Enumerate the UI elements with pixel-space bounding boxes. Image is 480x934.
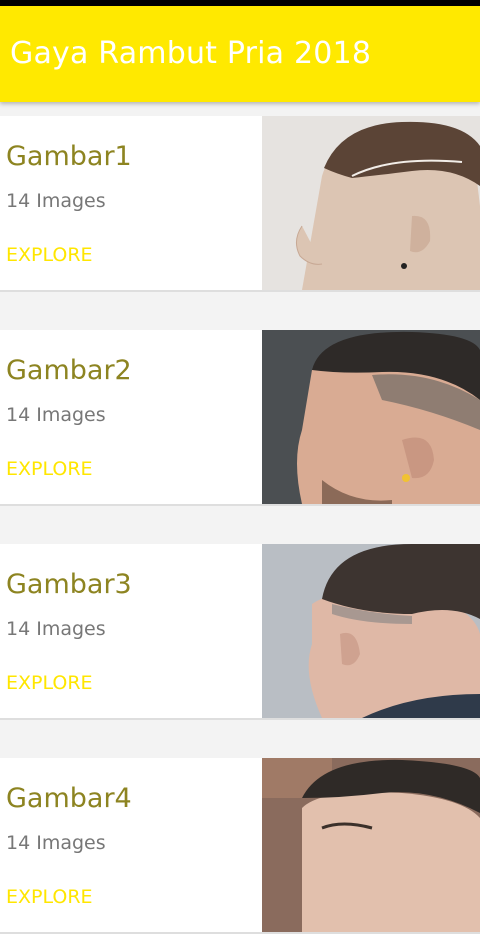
image-count: 14 Images	[6, 404, 106, 426]
explore-button[interactable]: EXPLORE	[6, 672, 93, 694]
hairstyle-photo[interactable]	[262, 330, 480, 504]
list-item[interactable]: Gambar3 14 Images EXPLORE	[0, 544, 480, 720]
app-title: Gaya Rambut Pria 2018	[10, 36, 372, 71]
hairstyle-photo[interactable]	[262, 116, 480, 290]
item-title: Gambar4	[6, 783, 132, 814]
hairstyle-photo[interactable]	[262, 758, 480, 932]
explore-button[interactable]: EXPLORE	[6, 886, 93, 908]
list-item[interactable]: Gambar2 14 Images EXPLORE	[0, 330, 480, 506]
item-title: Gambar2	[6, 355, 132, 386]
explore-button[interactable]: EXPLORE	[6, 244, 93, 266]
image-count: 14 Images	[6, 832, 106, 854]
hairstyle-photo[interactable]	[262, 544, 480, 718]
list-item[interactable]: Gambar4 14 Images EXPLORE	[0, 758, 480, 934]
explore-button[interactable]: EXPLORE	[6, 458, 93, 480]
image-count: 14 Images	[6, 190, 106, 212]
list-item[interactable]: Gambar1 14 Images EXPLORE	[0, 116, 480, 292]
app-bar: Gaya Rambut Pria 2018	[0, 6, 480, 102]
item-title: Gambar1	[6, 141, 132, 172]
item-title: Gambar3	[6, 569, 132, 600]
image-count: 14 Images	[6, 618, 106, 640]
